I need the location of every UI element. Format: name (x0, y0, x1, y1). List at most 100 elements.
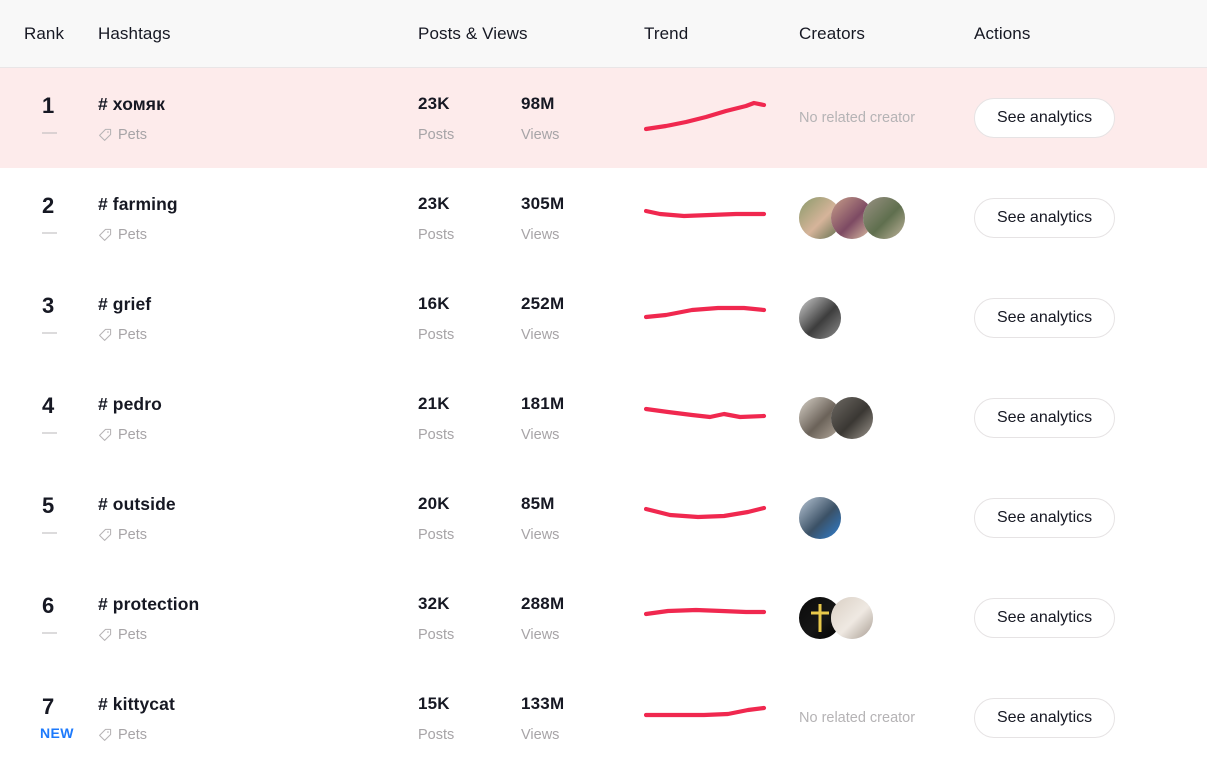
hashtag-cell[interactable]: # protection Pets (98, 594, 418, 643)
hashtag-category: Pets (118, 226, 148, 243)
table-row[interactable]: 1— # хомяк Pets 23K Posts 98M Views No related … (0, 68, 1207, 168)
views-value: 85M (521, 493, 555, 513)
posts-stat: 23K Posts (418, 94, 521, 143)
views-value: 98M (521, 93, 555, 113)
rank-cell: 1— (0, 93, 98, 142)
views-stat: 181M Views (521, 394, 624, 443)
creator-avatar-group[interactable] (799, 197, 974, 239)
rank-change-unchanged-badge: — (42, 324, 57, 342)
views-value: 133M (521, 693, 565, 713)
views-label: Views (521, 526, 560, 543)
trend-sparkline-chart (644, 295, 799, 341)
hashtag-cell[interactable]: # farming Pets (98, 194, 418, 243)
posts-stat: 16K Posts (418, 294, 521, 343)
rank-cell: 6— (0, 593, 98, 642)
trend-cell (644, 695, 799, 741)
trend-cell (644, 95, 799, 141)
hashtag-name[interactable]: # outside (98, 494, 418, 515)
actions-cell: See analytics (974, 598, 1207, 638)
column-header-rank: Rank (24, 23, 65, 43)
table-row[interactable]: 7 NEW # kittycat Pets 15K Posts 133M Views No re… (0, 668, 1207, 768)
posts-value: 32K (418, 593, 450, 613)
hashtag-name[interactable]: # kittycat (98, 694, 418, 715)
creators-cell (799, 197, 974, 239)
see-analytics-button[interactable]: See analytics (974, 498, 1116, 538)
avatar[interactable] (799, 497, 841, 539)
hashtag-category: Pets (118, 426, 148, 443)
rank-cell: 4— (0, 393, 98, 442)
posts-value: 23K (418, 193, 450, 213)
hashtag-name[interactable]: # pedro (98, 394, 418, 415)
hashtag-name[interactable]: # farming (98, 194, 418, 215)
creators-cell: No related creator (799, 109, 974, 127)
table-row[interactable]: 6— # protection Pets 32K Posts 288M Views See a… (0, 568, 1207, 668)
see-analytics-button[interactable]: See analytics (974, 98, 1116, 138)
avatar[interactable] (863, 197, 905, 239)
views-value: 181M (521, 393, 565, 413)
posts-value: 15K (418, 693, 450, 713)
posts-stat: 23K Posts (418, 194, 521, 243)
tag-icon (98, 728, 112, 742)
posts-label: Posts (418, 126, 455, 143)
tag-icon (98, 528, 112, 542)
rank-cell: 3— (0, 293, 98, 342)
table-row[interactable]: 5— # outside Pets 20K Posts 85M Views See analy… (0, 468, 1207, 568)
posts-stat: 21K Posts (418, 394, 521, 443)
hashtag-cell[interactable]: # pedro Pets (98, 394, 418, 443)
actions-cell: See analytics (974, 498, 1207, 538)
hashtag-cell[interactable]: # outside Pets (98, 494, 418, 543)
views-stat: 133M Views (521, 694, 624, 743)
creator-avatar-group[interactable] (799, 597, 974, 639)
avatar[interactable] (831, 597, 873, 639)
hashtag-category: Pets (118, 626, 148, 643)
table-body: 1— # хомяк Pets 23K Posts 98M Views No related … (0, 68, 1207, 768)
trend-cell (644, 495, 799, 541)
posts-value: 16K (418, 293, 450, 313)
posts-label: Posts (418, 426, 455, 443)
hashtag-cell[interactable]: # kittycat Pets (98, 694, 418, 743)
creators-cell: No related creator (799, 709, 974, 727)
hashtag-category: Pets (118, 726, 148, 743)
tag-icon (98, 428, 112, 442)
hashtag-category: Pets (118, 326, 148, 343)
hashtag-name[interactable]: # protection (98, 594, 418, 615)
views-stat: 85M Views (521, 494, 624, 543)
views-value: 288M (521, 593, 565, 613)
trend-cell (644, 395, 799, 441)
views-label: Views (521, 726, 560, 743)
rank-cell: 5— (0, 493, 98, 542)
see-analytics-button[interactable]: See analytics (974, 398, 1116, 438)
see-analytics-button[interactable]: See analytics (974, 598, 1116, 638)
hashtag-cell[interactable]: # хомяк Pets (98, 94, 418, 143)
column-header-posts-views: Posts & Views (418, 23, 528, 43)
trend-cell (644, 195, 799, 241)
column-header-trend: Trend (644, 23, 689, 43)
creator-avatar-group[interactable] (799, 297, 974, 339)
posts-stat: 15K Posts (418, 694, 521, 743)
rank-cell: 2— (0, 193, 98, 242)
see-analytics-button[interactable]: See analytics (974, 298, 1116, 338)
posts-value: 20K (418, 493, 450, 513)
trend-cell (644, 595, 799, 641)
rank-number: 7 (42, 693, 55, 719)
hashtag-cell[interactable]: # grief Pets (98, 294, 418, 343)
avatar[interactable] (831, 397, 873, 439)
see-analytics-button[interactable]: See analytics (974, 698, 1116, 738)
hashtag-name[interactable]: # хомяк (98, 94, 418, 115)
avatar[interactable] (799, 297, 841, 339)
actions-cell: See analytics (974, 198, 1207, 238)
creator-avatar-group[interactable] (799, 397, 974, 439)
posts-value: 21K (418, 393, 450, 413)
table-row[interactable]: 3— # grief Pets 16K Posts 252M Views See analyt… (0, 268, 1207, 368)
see-analytics-button[interactable]: See analytics (974, 198, 1116, 238)
views-label: Views (521, 126, 560, 143)
hashtag-name[interactable]: # grief (98, 294, 418, 315)
actions-cell: See analytics (974, 298, 1207, 338)
tag-icon (98, 228, 112, 242)
creator-avatar-group[interactable] (799, 497, 974, 539)
table-row[interactable]: 4— # pedro Pets 21K Posts 181M Views See analyt… (0, 368, 1207, 468)
no-related-creator-label: No related creator (799, 710, 916, 726)
tag-icon (98, 628, 112, 642)
trend-sparkline-chart (644, 95, 799, 141)
table-row[interactable]: 2— # farming Pets 23K Posts 305M Views See anal… (0, 168, 1207, 268)
